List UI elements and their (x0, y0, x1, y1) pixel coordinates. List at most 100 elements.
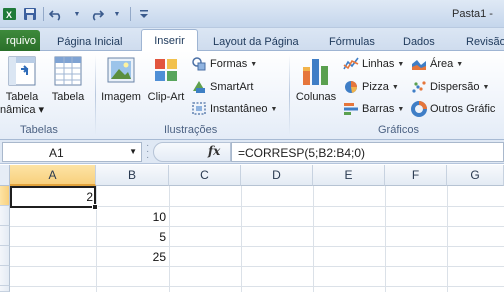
customize-qat-icon[interactable] (134, 4, 154, 24)
smartart-label: SmartArt (210, 81, 254, 93)
chevron-down-icon: ▼ (397, 105, 405, 113)
name-box[interactable]: A1 ▼ (2, 142, 142, 162)
pivot-table-button[interactable]: Tabela nâmica ▾ (0, 55, 44, 117)
cell-b3[interactable]: 5 (96, 227, 169, 247)
tab-page-layout[interactable]: Layout da Página (213, 32, 299, 51)
row-header-6[interactable] (0, 286, 10, 292)
shapes-label: Formas (210, 58, 248, 70)
quick-access-toolbar: X ▼ ▼ (0, 4, 154, 24)
undo-icon[interactable] (47, 4, 67, 24)
tab-review[interactable]: Revisão (466, 32, 504, 51)
gridline (241, 186, 242, 292)
save-icon[interactable] (20, 4, 40, 24)
column-chart-label: Colunas (295, 91, 337, 103)
scatter-chart-icon (412, 81, 426, 93)
gridline (447, 186, 448, 292)
shapes-button[interactable]: Formas ▼ (191, 55, 257, 73)
svg-text:X: X (6, 10, 12, 20)
smartart-icon (193, 81, 205, 93)
formula-input[interactable]: =CORRESP(5;B2:B4;0) (231, 142, 504, 162)
bar-chart-label: Barras (362, 103, 395, 115)
area-chart-button[interactable]: Área ▼ (411, 55, 463, 73)
column-header-c[interactable]: C (169, 165, 241, 186)
column-header-d[interactable]: D (241, 165, 313, 186)
other-charts-label: Outros Gráfic (430, 103, 496, 115)
picture-icon (107, 57, 135, 83)
chevron-down-icon: ▼ (270, 105, 278, 113)
picture-button[interactable]: Imagem (99, 55, 143, 104)
qat-separator (130, 7, 131, 21)
tab-insert[interactable]: Inserir (141, 29, 198, 52)
select-all-corner[interactable] (0, 165, 10, 186)
column-header-b[interactable]: B (96, 165, 169, 186)
undo-dropdown-icon[interactable]: ▼ (67, 4, 87, 24)
redo-icon[interactable] (87, 4, 107, 24)
screenshot-icon (192, 102, 206, 115)
ribbon-tabs: rquivo Página Inicial Inserir Layout da … (0, 28, 504, 52)
shapes-icon (192, 57, 206, 71)
tab-file[interactable]: rquivo (0, 30, 40, 51)
name-box-value: A1 (49, 146, 64, 160)
column-header-a[interactable]: A (10, 165, 96, 186)
row-header-1[interactable] (0, 186, 10, 206)
table-label: Tabela (51, 91, 85, 103)
chevron-down-icon[interactable]: ▼ (129, 147, 137, 156)
gridline (10, 286, 504, 287)
screenshot-button[interactable]: Instantâneo ▼ (191, 100, 277, 118)
group-label-charts: Gráficos (378, 124, 419, 136)
area-chart-icon (412, 60, 426, 70)
gridline (313, 186, 314, 292)
clipart-button[interactable]: Clip-Art (145, 55, 187, 104)
title-bar: X ▼ ▼ Pasta1 - (0, 0, 504, 28)
fill-handle[interactable] (92, 204, 98, 210)
gridline (10, 226, 504, 227)
worksheet-grid[interactable]: A B C D E F G 2 10 5 25 (0, 165, 504, 292)
row-header-2[interactable] (0, 206, 10, 226)
pie-chart-icon (345, 81, 358, 93)
column-chart-icon (303, 59, 328, 85)
formula-bar: A1 ▼ · · · fx =CORRESP(5;B2:B4;0) (0, 140, 504, 164)
clipart-label: Clip-Art (147, 91, 185, 103)
table-button[interactable]: Tabela (48, 55, 88, 104)
column-header-f[interactable]: F (385, 165, 447, 186)
row-header-3[interactable] (0, 226, 10, 246)
cell-b2[interactable]: 10 (96, 207, 169, 227)
bar-chart-button[interactable]: Barras ▼ (343, 100, 404, 118)
row-header-4[interactable] (0, 246, 10, 266)
group-separator (95, 55, 96, 135)
bar-chart-icon (344, 103, 358, 115)
pivot-table-label-1: Tabela (5, 91, 39, 103)
picture-label: Imagem (101, 91, 141, 103)
column-header-g[interactable]: G (447, 165, 504, 186)
area-chart-label: Área (430, 58, 454, 70)
row-header-5[interactable] (0, 266, 10, 286)
resize-grip-icon[interactable]: · · · (146, 141, 156, 163)
active-cell-border (10, 186, 96, 208)
insert-function-icon[interactable]: fx (208, 144, 220, 158)
tab-formulas[interactable]: Fórmulas (329, 32, 375, 51)
other-charts-button[interactable]: Outros Gráfic (411, 100, 495, 118)
clipart-icon (155, 59, 177, 81)
cell-b4[interactable]: 25 (96, 247, 169, 267)
column-chart-button[interactable]: Colunas (293, 55, 339, 104)
chevron-down-icon: ▼ (397, 60, 405, 68)
line-chart-button[interactable]: Linhas ▼ (343, 55, 404, 73)
gridline (10, 266, 504, 267)
line-chart-icon (343, 57, 359, 70)
gridline (385, 186, 386, 292)
chevron-down-icon: ▼ (482, 83, 490, 91)
window-title: Pasta1 - (452, 8, 493, 20)
gridline (10, 246, 504, 247)
chevron-down-icon: ▼ (250, 60, 258, 68)
scatter-chart-button[interactable]: Dispersão ▼ (411, 78, 489, 96)
pie-chart-button[interactable]: Pizza ▼ (343, 78, 399, 96)
column-header-e[interactable]: E (313, 165, 385, 186)
qat-separator (43, 7, 44, 21)
group-label-tables: Tabelas (20, 124, 58, 136)
group-separator (289, 55, 290, 135)
excel-app-icon[interactable]: X (0, 4, 20, 24)
smartart-button[interactable]: SmartArt (191, 78, 253, 96)
tab-data[interactable]: Dados (403, 32, 435, 51)
tab-home[interactable]: Página Inicial (57, 32, 122, 51)
redo-dropdown-icon[interactable]: ▼ (107, 4, 127, 24)
